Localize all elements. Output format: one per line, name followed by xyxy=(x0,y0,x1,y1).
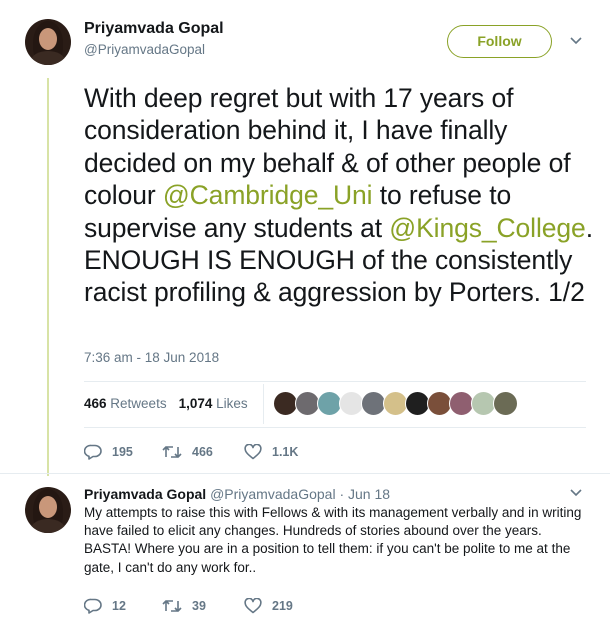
reply-date[interactable]: Jun 18 xyxy=(348,486,390,502)
reply-icon xyxy=(84,444,112,460)
mention-link[interactable]: @Cambridge_Uni xyxy=(163,180,373,210)
thread-line xyxy=(47,78,49,476)
retweet-action[interactable]: 466 xyxy=(162,443,213,461)
retweets-stat[interactable]: 466 Retweets xyxy=(84,396,167,411)
like-action[interactable]: 219 xyxy=(244,597,293,615)
like-count: 1.1K xyxy=(272,445,299,459)
tweet-text: With deep regret but with 17 years of co… xyxy=(84,82,594,309)
avatar[interactable] xyxy=(25,19,71,65)
retweet-count: 466 xyxy=(192,445,213,459)
reply-action[interactable]: 195 xyxy=(84,443,133,461)
retweet-action[interactable]: 39 xyxy=(162,597,206,615)
stats-separator xyxy=(263,384,264,424)
tweet-timestamp[interactable]: 7:36 am - 18 Jun 2018 xyxy=(84,350,219,365)
avatar[interactable] xyxy=(25,487,71,533)
heart-icon xyxy=(244,598,272,614)
reply-icon xyxy=(84,598,112,614)
likes-count: 1,074 xyxy=(178,396,213,411)
author-name[interactable]: Priyamvada Gopal xyxy=(84,20,224,38)
likes-label: Likes xyxy=(216,396,248,411)
tweet-stats: 466 Retweets 1,074 Likes xyxy=(84,396,248,411)
heart-icon xyxy=(244,444,272,460)
author-handle[interactable]: @PriyamvadaGopal xyxy=(84,42,205,57)
retweets-count: 466 xyxy=(84,396,107,411)
liker-avatar[interactable] xyxy=(493,391,518,416)
reply-count: 195 xyxy=(112,445,133,459)
reply-action[interactable]: 12 xyxy=(84,597,126,615)
like-action[interactable]: 1.1K xyxy=(244,443,298,461)
follow-button[interactable]: Follow xyxy=(447,25,552,58)
reply-text: My attempts to raise this with Fellows &… xyxy=(84,505,582,575)
reply-author-handle[interactable]: @PriyamvadaGopal xyxy=(210,486,336,502)
retweet-icon xyxy=(162,598,192,614)
chevron-down-icon[interactable] xyxy=(570,37,582,47)
reply-author-name[interactable]: Priyamvada Gopal xyxy=(84,486,206,502)
retweet-icon xyxy=(162,444,192,460)
retweet-count: 39 xyxy=(192,599,206,613)
mention-link[interactable]: @Kings_College xyxy=(389,213,586,243)
chevron-down-icon[interactable] xyxy=(570,489,582,499)
reply-count: 12 xyxy=(112,599,126,613)
retweets-label: Retweets xyxy=(110,396,167,411)
divider xyxy=(0,473,610,474)
like-count: 219 xyxy=(272,599,293,613)
dot-separator: · xyxy=(339,486,345,502)
likes-stat[interactable]: 1,074 Likes xyxy=(179,396,248,411)
divider xyxy=(84,381,586,382)
reply-header: Priyamvada Gopal @PriyamvadaGopal · Jun … xyxy=(84,486,390,502)
divider xyxy=(84,427,586,428)
